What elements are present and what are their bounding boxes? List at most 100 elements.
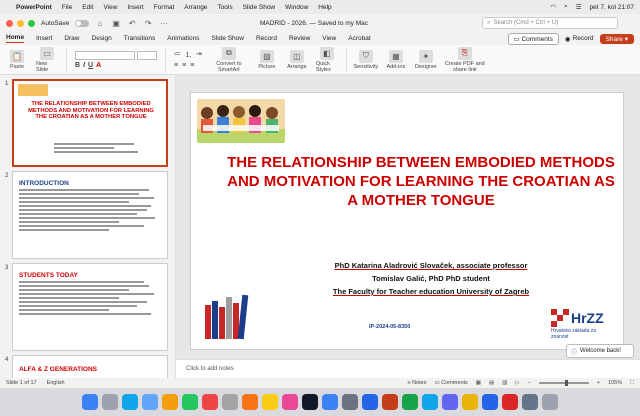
document-title[interactable]: MADRID - 2026. — Saved to my Mac (260, 20, 368, 27)
redo-icon[interactable]: ↷ (143, 18, 153, 28)
facetime-icon[interactable] (182, 394, 198, 410)
chrome-icon[interactable] (462, 394, 478, 410)
notes-pane[interactable]: Click to add notes (176, 359, 640, 378)
notes-icon[interactable] (262, 394, 278, 410)
menu-view[interactable]: View (103, 4, 117, 11)
convert-smartart-button[interactable]: ⧉ Convert to SmartArt (210, 46, 248, 73)
addins-button[interactable]: ▦ Add-ins (385, 49, 407, 70)
spotlight-icon[interactable]: ⌕ (564, 3, 568, 11)
paste-button[interactable]: 📋 Paste (6, 49, 28, 70)
slide-editor-canvas[interactable]: THE RELATIONSHIP BETWEEN EMBODIED METHOD… (176, 75, 640, 359)
zoom-slider[interactable] (538, 380, 589, 386)
slide-authors[interactable]: PhD Katarina Aladrović Slovaček, associa… (231, 259, 631, 298)
control-center-icon[interactable]: ☰ (576, 3, 582, 11)
home-icon[interactable]: ⌂ (95, 18, 105, 28)
menu-window[interactable]: Window (285, 4, 308, 11)
tab-review[interactable]: Review (289, 35, 310, 42)
acrobat-icon[interactable] (502, 394, 518, 410)
zoom-level[interactable]: 105% (608, 380, 622, 386)
outlook-icon[interactable] (422, 394, 438, 410)
comments-button[interactable]: ▭ Comments (507, 32, 559, 45)
minimize-window-button[interactable] (17, 19, 24, 27)
font-color-button[interactable]: A (96, 62, 101, 69)
safari-icon[interactable] (122, 394, 138, 410)
menu-tools[interactable]: Tools (217, 4, 232, 11)
launchpad-icon[interactable] (102, 394, 118, 410)
tab-insert[interactable]: Insert (36, 35, 52, 42)
menu-insert[interactable]: Insert (127, 4, 143, 11)
welcome-toast[interactable]: ⓘ Welcome back! (566, 344, 634, 358)
tab-record[interactable]: Record (256, 35, 277, 42)
quick-styles-button[interactable]: ◧ Quick Styles (316, 46, 338, 73)
slide-title[interactable]: THE RELATIONSHIP BETWEEN EMBODIED METHOD… (221, 153, 621, 210)
tv-icon[interactable] (302, 394, 318, 410)
picture-button[interactable]: ▨ Picture (256, 49, 278, 70)
save-icon[interactable]: ▣ (111, 18, 121, 28)
record-button[interactable]: ◉ Record (565, 35, 594, 43)
font-size-select[interactable] (137, 50, 157, 60)
language-indicator[interactable]: English (47, 380, 65, 386)
menu-help[interactable]: Help (318, 4, 331, 11)
tab-transitions[interactable]: Transitions (124, 35, 156, 42)
italic-button[interactable]: I (83, 62, 85, 69)
tab-home[interactable]: Home (6, 34, 25, 43)
current-slide[interactable]: THE RELATIONSHIP BETWEEN EMBODIED METHOD… (190, 92, 624, 350)
designer-button[interactable]: ✦ Designer (415, 49, 437, 70)
menu-slideshow[interactable]: Slide Show (243, 4, 276, 11)
tab-animations[interactable]: Animations (167, 35, 199, 42)
align-left-icon[interactable]: ≡ (174, 62, 178, 69)
preview-icon[interactable] (522, 394, 538, 410)
slide-thumbnails-panel[interactable]: 1 THE RELATIONSHIP BETWEEN EMBODIED METH… (0, 75, 176, 378)
arrange-button[interactable]: ◫ Arrange (286, 49, 308, 70)
more-icon[interactable]: ··· (159, 18, 169, 28)
clock[interactable]: pet 7. kol 21:07 (590, 4, 634, 11)
mail-icon[interactable] (142, 394, 158, 410)
excel-icon[interactable] (402, 394, 418, 410)
tab-design[interactable]: Design (92, 35, 112, 42)
tab-slideshow[interactable]: Slide Show (211, 35, 244, 42)
comments-toggle[interactable]: ▭ Comments (434, 380, 467, 386)
new-slide-button[interactable]: ▭ New Slide (36, 46, 58, 73)
zoom-icon[interactable] (482, 394, 498, 410)
slide-thumbnail-2[interactable]: INTRODUCTION (12, 171, 168, 259)
numbering-icon[interactable]: ⒈ (185, 50, 192, 60)
create-pdf-button[interactable]: ⎘ Create PDF and share link (445, 46, 485, 73)
undo-icon[interactable]: ↶ (127, 18, 137, 28)
contacts-icon[interactable] (222, 394, 238, 410)
zoom-in-button[interactable]: + (597, 380, 600, 386)
normal-view-icon[interactable]: ▦ (476, 380, 481, 386)
app-menu[interactable]: PowerPoint (16, 4, 52, 11)
menu-file[interactable]: File (62, 4, 72, 11)
tab-acrobat[interactable]: Acrobat (348, 35, 370, 42)
align-right-icon[interactable]: ≡ (190, 62, 194, 69)
reading-view-icon[interactable]: ▥ (502, 380, 507, 386)
reminders-icon[interactable] (242, 394, 258, 410)
menu-edit[interactable]: Edit (82, 4, 93, 11)
search-input[interactable]: ⌕ Search (Cmd + Ctrl + U) (482, 17, 618, 29)
font-family-select[interactable] (75, 50, 135, 60)
close-window-button[interactable] (6, 19, 13, 27)
underline-button[interactable]: U (88, 62, 93, 69)
menu-arrange[interactable]: Arrange (184, 4, 207, 11)
sorter-view-icon[interactable]: ▤ (489, 380, 494, 386)
zoom-out-button[interactable]: − (528, 380, 531, 386)
bullets-icon[interactable]: ≔ (174, 50, 181, 60)
finder-icon[interactable] (82, 394, 98, 410)
wifi-icon[interactable]: ◠ (550, 3, 556, 11)
calendar-icon[interactable] (202, 394, 218, 410)
teams-icon[interactable] (442, 394, 458, 410)
slide-thumbnail-4[interactable]: ALFA & Z GENERATIONS (12, 355, 168, 378)
align-center-icon[interactable]: ≡ (182, 62, 186, 69)
notes-toggle[interactable]: ≡ Notes (407, 380, 426, 386)
appstore-icon[interactable] (322, 394, 338, 410)
bold-button[interactable]: B (75, 62, 80, 69)
slide-thumbnail-1[interactable]: THE RELATIONSHIP BETWEEN EMBODIED METHOD… (12, 79, 168, 167)
settings-icon[interactable] (342, 394, 358, 410)
share-button[interactable]: Share ▾ (599, 33, 634, 44)
menu-format[interactable]: Format (154, 4, 175, 11)
powerpoint-icon[interactable] (382, 394, 398, 410)
slideshow-view-icon[interactable]: ▷ (515, 380, 519, 386)
tab-view[interactable]: View (322, 35, 336, 42)
children-reading-image[interactable] (197, 99, 285, 143)
music-icon[interactable] (282, 394, 298, 410)
